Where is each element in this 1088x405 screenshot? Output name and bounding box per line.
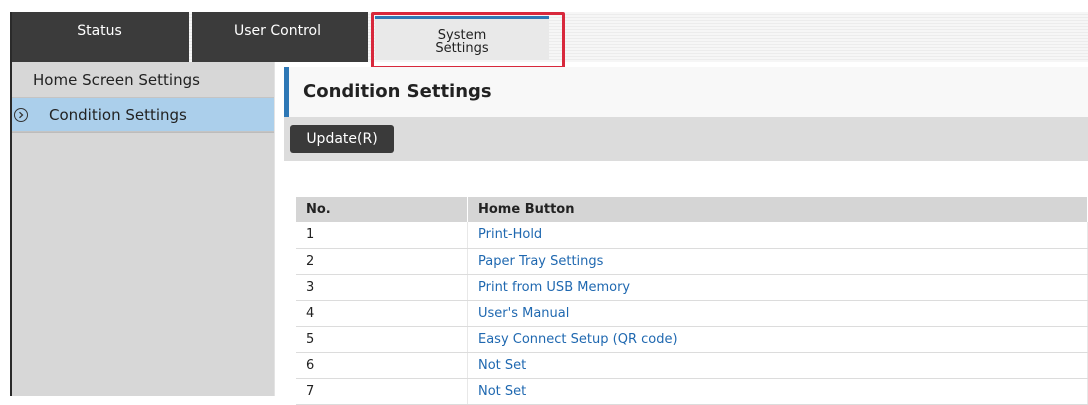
- home-button-link[interactable]: Not Set: [467, 352, 1088, 379]
- tab-status-label: Status: [77, 23, 122, 39]
- sidebar-item-home-screen-settings[interactable]: Home Screen Settings: [12, 62, 274, 98]
- table-row: 2 Paper Tray Settings: [296, 248, 1088, 275]
- sidebar-divider: [12, 132, 274, 133]
- page-title: Condition Settings: [303, 81, 492, 102]
- home-button-link[interactable]: Paper Tray Settings: [467, 248, 1088, 275]
- row-number: 2: [296, 248, 468, 275]
- sidebar: Home Screen Settings Condition Settings: [12, 62, 274, 396]
- sidebar-item-condition-settings[interactable]: Condition Settings: [12, 98, 274, 132]
- toolbar: Update(R): [284, 117, 1088, 161]
- home-button-link[interactable]: Not Set: [467, 378, 1088, 405]
- update-button[interactable]: Update(R): [290, 125, 394, 153]
- table-row: 3 Print from USB Memory: [296, 274, 1088, 301]
- table-row: 5 Easy Connect Setup (QR code): [296, 326, 1088, 353]
- home-button-link[interactable]: User's Manual: [467, 300, 1088, 327]
- tab-user-control[interactable]: User Control: [192, 12, 368, 62]
- top-tab-bar: Status User Control System Settings: [10, 12, 1088, 69]
- table-row: 6 Not Set: [296, 352, 1088, 379]
- title-accent-bar: [284, 67, 289, 117]
- chevron-right-circle-icon: [14, 107, 28, 122]
- home-button-table: No. Home Button 1 Print-Hold 2 Paper Tra…: [296, 197, 1088, 405]
- row-number: 7: [296, 378, 468, 405]
- row-number: 1: [296, 222, 468, 249]
- row-number: 5: [296, 326, 468, 353]
- table-row: 1 Print-Hold: [296, 222, 1088, 249]
- table-row: 4 User's Manual: [296, 300, 1088, 327]
- row-number: 3: [296, 274, 468, 301]
- tab-status[interactable]: Status: [10, 12, 189, 62]
- sidebar-item-label: Home Screen Settings: [33, 70, 200, 89]
- column-header-no: No.: [296, 197, 468, 222]
- row-number: 4: [296, 300, 468, 327]
- page-header: Condition Settings: [284, 67, 1088, 117]
- row-number: 6: [296, 352, 468, 379]
- sidebar-item-label: Condition Settings: [49, 105, 187, 124]
- sidebar-edge: [274, 62, 275, 396]
- table-row: 7 Not Set: [296, 378, 1088, 405]
- tab-highlight-frame: [371, 12, 565, 69]
- home-button-link[interactable]: Easy Connect Setup (QR code): [467, 326, 1088, 353]
- tab-user-control-label: User Control: [234, 23, 321, 39]
- home-button-link[interactable]: Print from USB Memory: [467, 274, 1088, 301]
- column-header-home-button: Home Button: [467, 197, 1088, 222]
- table-header-row: No. Home Button: [296, 197, 1088, 222]
- home-button-link[interactable]: Print-Hold: [467, 222, 1088, 249]
